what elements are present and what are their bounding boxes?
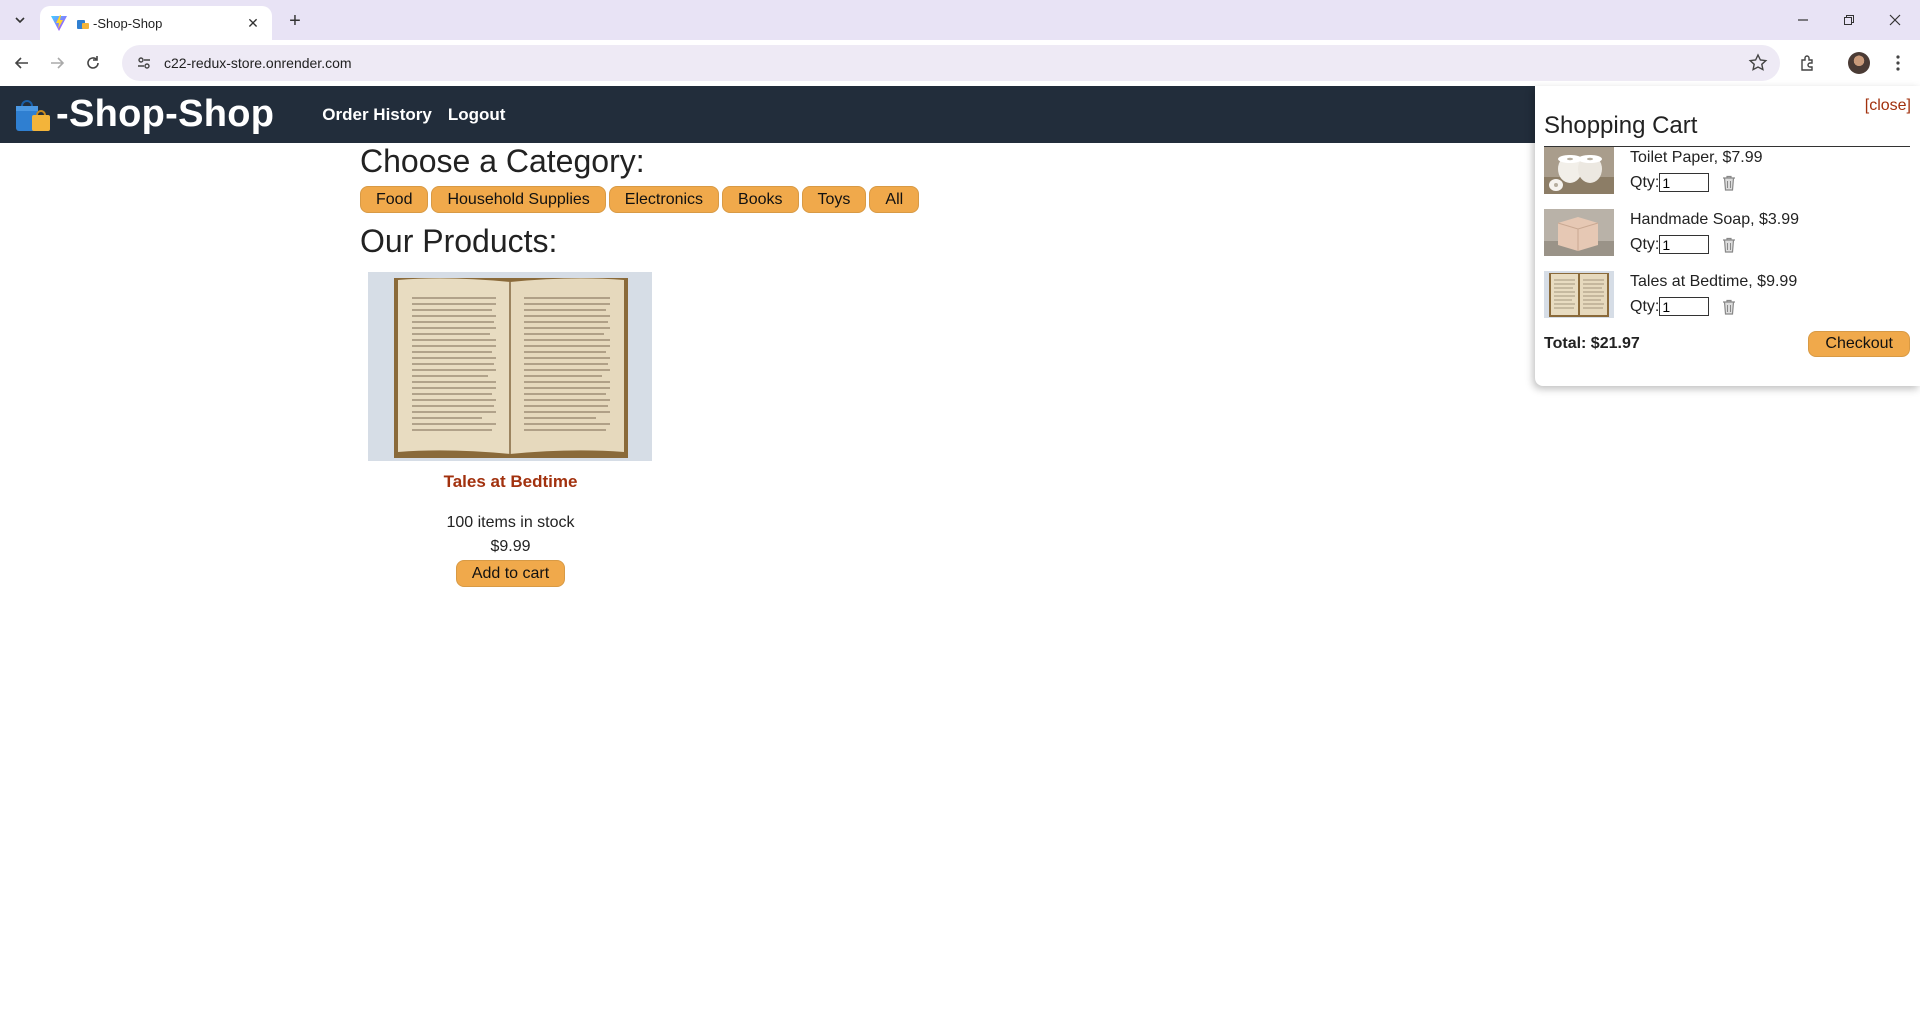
product-image-open-book[interactable] — [368, 272, 652, 461]
restore-icon[interactable] — [1826, 0, 1872, 40]
bookmark-star-icon[interactable] — [1748, 53, 1768, 73]
category-button-food[interactable]: Food — [360, 186, 429, 213]
cart-total: Total: $21.97 — [1544, 335, 1640, 352]
product-price: $9.99 — [490, 538, 531, 555]
trash-icon[interactable] — [1721, 237, 1737, 253]
cart-item-image-toilet-paper — [1544, 147, 1614, 194]
category-button-toys[interactable]: Toys — [801, 186, 867, 213]
cart-item: Handmade Soap, $3.99 Qty: — [1544, 209, 1910, 271]
tab-title: -Shop-Shop — [93, 15, 163, 31]
new-tab-button[interactable]: + — [282, 8, 308, 34]
category-button-books[interactable]: Books — [722, 186, 799, 213]
trash-icon[interactable] — [1721, 299, 1737, 315]
browser-tab-active[interactable]: -Shop-Shop ✕ — [40, 6, 272, 40]
category-heading: Choose a Category: — [360, 143, 645, 179]
shopping-cart-panel: [close] Shopping Cart Toilet Paper, $7.9… — [1535, 86, 1920, 386]
cart-close-link[interactable]: [close] — [1865, 97, 1911, 115]
main-content: Choose a Category: Food Household Suppli… — [360, 143, 1360, 587]
url-text: c22-redux-store.onrender.com — [164, 55, 352, 71]
chevron-down-icon — [15, 17, 25, 24]
add-to-cart-button[interactable]: Add to cart — [455, 560, 566, 587]
reload-icon[interactable] — [79, 49, 107, 77]
minimize-icon[interactable] — [1780, 0, 1826, 40]
browser-toolbar: c22-redux-store.onrender.com — [0, 40, 1920, 86]
browser-tabstrip: -Shop-Shop ✕ + — [0, 0, 1920, 40]
tab-search-button[interactable] — [8, 8, 32, 32]
cart-item-image-soap — [1544, 209, 1614, 256]
nav-order-history[interactable]: Order History — [322, 105, 432, 125]
trash-icon[interactable] — [1721, 175, 1737, 191]
product-card: Tales at Bedtime 100 items in stock $9.9… — [368, 272, 653, 587]
category-menu: Food Household Supplies Electronics Book… — [360, 186, 1360, 213]
brand-name: -Shop-Shop — [56, 93, 275, 135]
site-settings-icon[interactable] — [134, 53, 154, 73]
products-heading: Our Products: — [360, 223, 558, 259]
avatar — [1848, 52, 1870, 74]
checkout-button[interactable]: Checkout — [1808, 331, 1910, 357]
cart-item: Tales at Bedtime, $9.99 Qty: — [1544, 271, 1910, 333]
qty-input[interactable] — [1659, 235, 1710, 254]
nav-logout[interactable]: Logout — [448, 105, 506, 125]
main-nav: Order History Logout — [322, 105, 505, 125]
cart-item-label: Toilet Paper, $7.99 — [1630, 149, 1763, 166]
shopping-bag-icon — [77, 20, 89, 29]
category-button-household-supplies[interactable]: Household Supplies — [431, 186, 606, 213]
vite-favicon-icon — [51, 15, 67, 31]
close-window-icon[interactable] — [1872, 0, 1918, 40]
cart-item: Toilet Paper, $7.99 Qty: — [1544, 147, 1910, 209]
product-stock: 100 items in stock — [446, 514, 575, 531]
forward-arrow-icon[interactable] — [43, 49, 71, 77]
category-button-electronics[interactable]: Electronics — [608, 186, 720, 213]
cart-footer: Total: $21.97 Checkout — [1544, 331, 1910, 357]
qty-label: Qty: — [1630, 235, 1660, 253]
cart-title: Shopping Cart — [1544, 112, 1910, 147]
cart-item-label: Handmade Soap, $3.99 — [1630, 211, 1800, 228]
tab-close-icon[interactable]: ✕ — [244, 14, 262, 32]
browser-menu-icon[interactable] — [1884, 49, 1912, 77]
category-button-all[interactable]: All — [869, 186, 920, 213]
address-bar[interactable]: c22-redux-store.onrender.com — [122, 45, 1780, 81]
profile-avatar[interactable] — [1845, 49, 1873, 77]
cart-item-label: Tales at Bedtime, $9.99 — [1630, 273, 1798, 290]
product-name-link[interactable]: Tales at Bedtime — [368, 472, 653, 492]
brand-link[interactable]: -Shop-Shop — [14, 93, 274, 136]
extensions-puzzle-icon[interactable] — [1794, 49, 1822, 77]
back-arrow-icon[interactable] — [8, 49, 36, 77]
qty-input[interactable] — [1659, 297, 1710, 316]
qty-label: Qty: — [1630, 297, 1660, 315]
qty-label: Qty: — [1630, 173, 1660, 191]
cart-item-image-book — [1544, 271, 1614, 318]
shopping-bags-icon — [16, 99, 50, 131]
qty-input[interactable] — [1659, 173, 1710, 192]
